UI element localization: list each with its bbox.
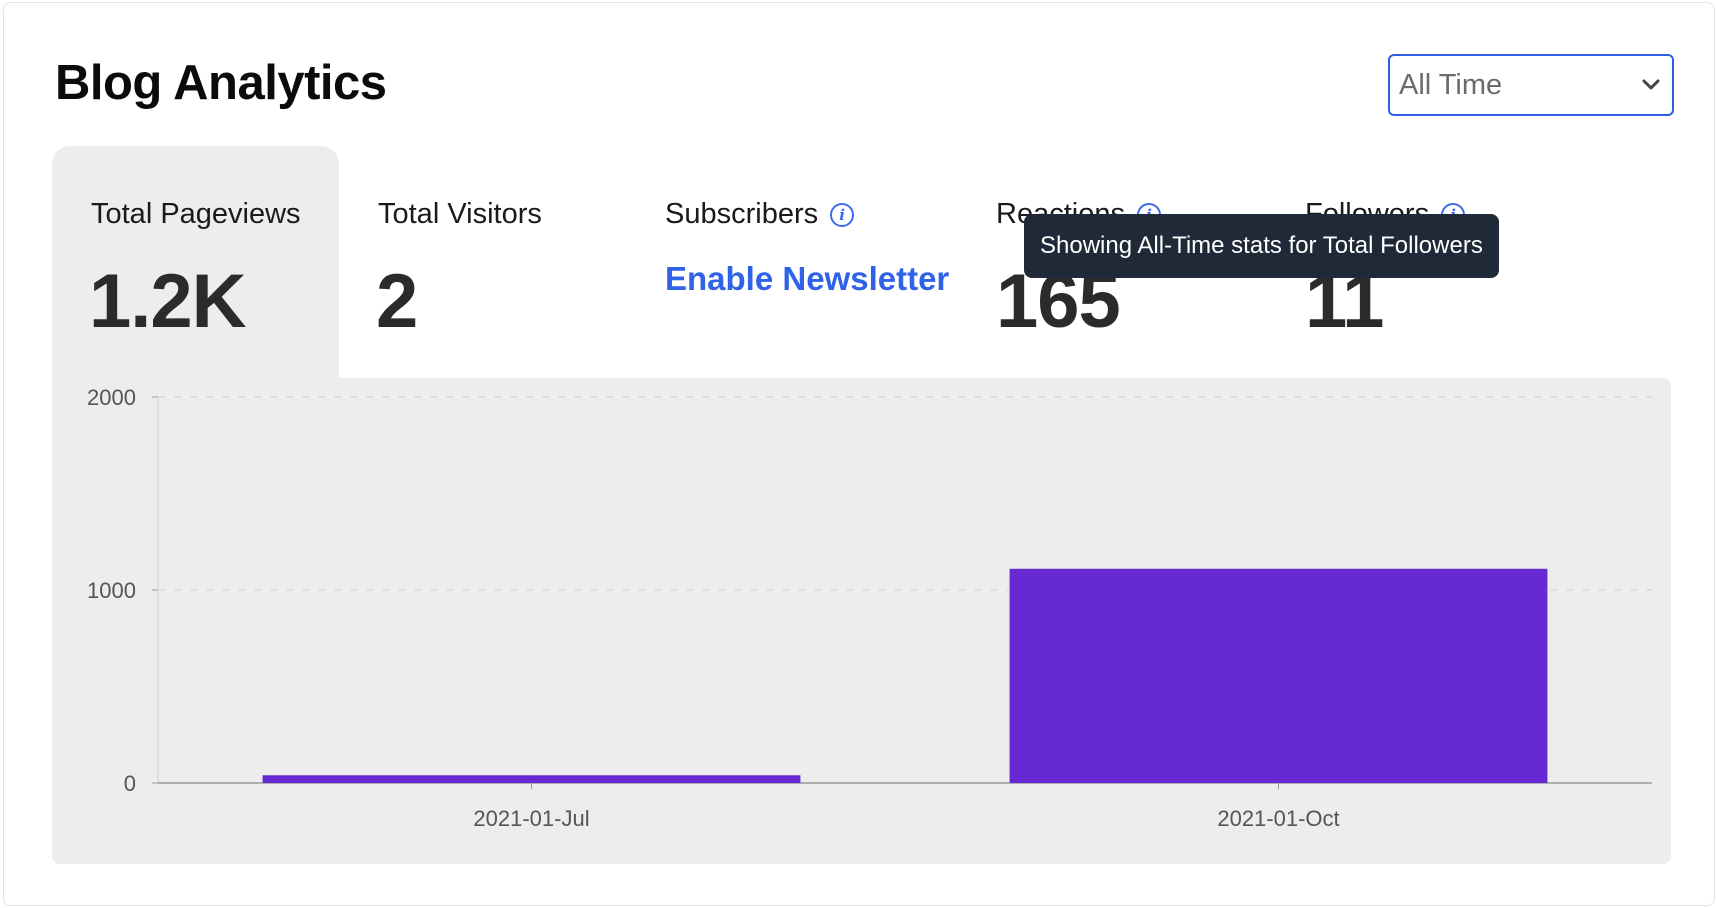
pageviews-chart-panel: 0 1000 2000 2021-01-Jul 2021-01-Oct: [52, 378, 1671, 864]
bar: [262, 775, 801, 783]
info-icon[interactable]: i: [830, 202, 855, 227]
chevron-down-icon: [1640, 74, 1662, 96]
bar: [1009, 568, 1548, 783]
page-title: Blog Analytics: [55, 56, 387, 110]
stat-label: Total Pageviews: [91, 198, 301, 230]
stat-label: Subscribers: [665, 198, 819, 230]
time-range-value: All Time: [1399, 68, 1503, 101]
stat-value: 1.2K: [89, 259, 247, 344]
x-tick-label: 2021-01-Oct: [1217, 806, 1339, 831]
tab-total-pageviews[interactable]: Total Pageviews 1.2K: [52, 146, 339, 378]
y-tick-label: 1000: [87, 578, 136, 603]
y-tick-label: 0: [124, 771, 136, 796]
y-tick-label: 2000: [87, 385, 136, 410]
pageviews-bar-chart: 0 1000 2000 2021-01-Jul 2021-01-Oct: [87, 385, 1652, 831]
time-range-select[interactable]: All Time: [1388, 54, 1674, 116]
stat-value: 2: [376, 259, 418, 344]
enable-newsletter-link[interactable]: Enable Newsletter: [665, 260, 949, 298]
tab-total-visitors[interactable]: Total Visitors 2: [339, 146, 626, 378]
followers-tooltip: Showing All-Time stats for Total Followe…: [1024, 214, 1499, 278]
x-tick-label: 2021-01-Jul: [473, 806, 589, 831]
stat-label: Total Visitors: [378, 198, 542, 230]
tab-subscribers[interactable]: Subscribers i Enable Newsletter: [626, 146, 956, 378]
